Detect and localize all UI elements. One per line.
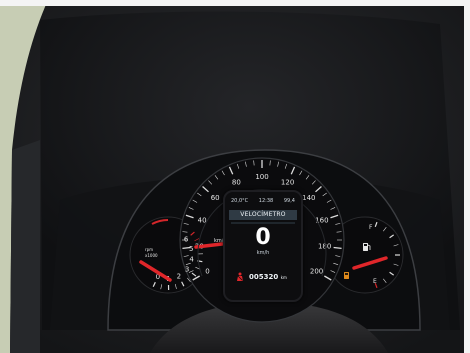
tachometer-tick-label: 4 [189, 256, 194, 264]
odometer-value: 005320 [249, 273, 279, 281]
speedometer-tick-label: 100 [255, 173, 268, 181]
digital-speed: 0 [255, 225, 271, 250]
outside-temperature: 20,0°C [231, 198, 249, 204]
fuel-empty-label: E [373, 278, 377, 285]
pillar-shadow [10, 140, 40, 353]
digital-speed-unit: km/h [256, 250, 270, 256]
tachometer-multiplier-label: x1000 [145, 253, 158, 258]
odometer: 005320 km [249, 272, 295, 282]
tachometer-tick-label: 6 [184, 235, 189, 243]
speedometer-tick-label: 120 [281, 178, 294, 186]
tachometer-tick-label: 3 [185, 265, 189, 273]
speedometer-tick [333, 246, 342, 250]
tachometer-tick-label: 2 [177, 272, 181, 280]
speedometer-tick-label: 0 [205, 268, 209, 276]
speedometer-tick-label: 140 [302, 194, 315, 202]
tachometer-unit-label: rpm [145, 247, 153, 252]
speedometer-tick-label: 200 [310, 268, 323, 276]
clock: 12:38 [258, 198, 274, 204]
speedometer-tick-label: 180 [318, 243, 331, 251]
odometer-unit: km [280, 275, 287, 280]
speedometer-tick-label: 80 [232, 178, 241, 186]
window-frame-top [0, 0, 470, 6]
trip-value: 99,4 [283, 198, 295, 204]
window-frame-right [464, 0, 470, 353]
tachometer-tick-label: 5 [189, 245, 193, 253]
speedometer-tick-label: 60 [211, 194, 220, 202]
seatbelt-warning-icon [237, 272, 243, 281]
display-divider [231, 222, 295, 224]
display-status-row: 20,0°C 12:38 99,4 [225, 198, 301, 206]
low-fuel-warning-icon [344, 272, 349, 279]
central-display: 20,0°C 12:38 99,4 VELOCÍMETRO 0 km/h 005… [223, 190, 303, 302]
fuel-full-label: F [369, 224, 373, 231]
display-menu-title: VELOCÍMETRO [229, 210, 297, 220]
